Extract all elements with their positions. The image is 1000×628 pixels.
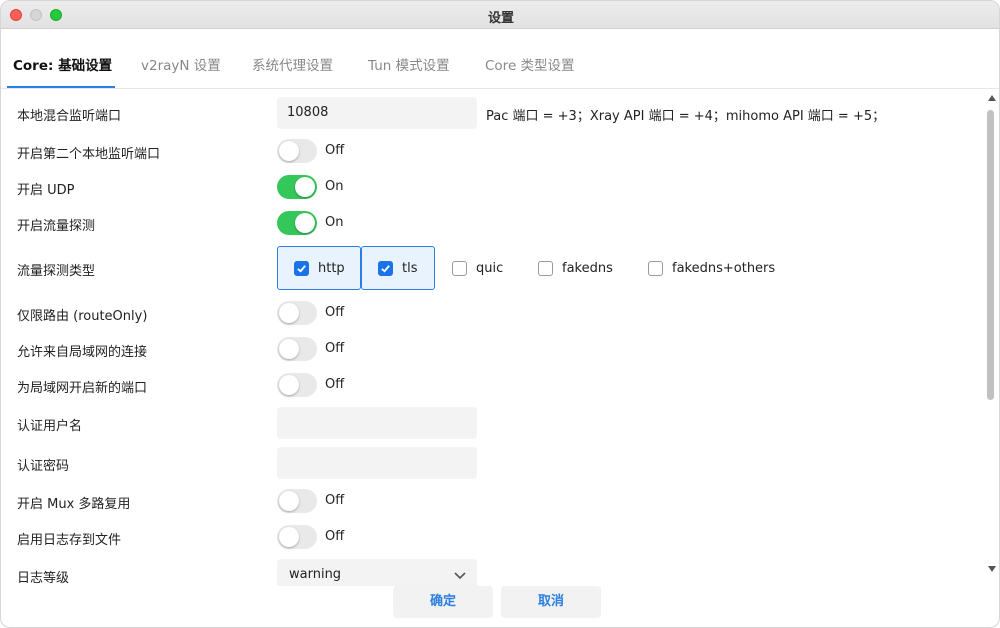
dialog-footer: 确定 取消 — [1, 586, 999, 627]
toggle-knob — [279, 339, 299, 359]
sniff-type-label: quic — [476, 260, 504, 276]
route-only-toggle[interactable] — [277, 301, 317, 325]
sniff-type-fakedns[interactable]: fakedns — [522, 246, 632, 290]
log-file-label: 启用日志存到文件 — [17, 533, 122, 548]
auth-user-label: 认证用户名 — [17, 419, 83, 434]
second-port-label: 开启第二个本地监听端口 — [17, 147, 161, 162]
mux-toggle[interactable] — [277, 489, 317, 513]
tab-tun-mode[interactable]: Tun 模式设置 — [368, 54, 450, 74]
port-hint-text: Pac 端口 = +3；Xray API 端口 = +4；mihomo API … — [486, 109, 886, 124]
cancel-button[interactable]: 取消 — [501, 586, 601, 618]
tab-v2rayn[interactable]: v2rayN 设置 — [141, 54, 221, 74]
sniffing-label: 开启流量探测 — [17, 219, 96, 234]
ok-button[interactable]: 确定 — [393, 586, 493, 618]
checkbox-checked-icon — [294, 260, 309, 276]
scroll-up-arrow-icon[interactable] — [988, 95, 996, 101]
checkbox-icon — [538, 260, 553, 276]
sniff-type-tls[interactable]: tls — [361, 246, 435, 290]
allow-lan-toggle[interactable] — [277, 337, 317, 361]
auth-pass-label: 认证密码 — [17, 459, 70, 474]
scrollbar-thumb[interactable] — [987, 110, 994, 400]
toggle-knob — [279, 141, 299, 161]
checkbox-icon — [452, 260, 467, 276]
tab-system-proxy[interactable]: 系统代理设置 — [252, 54, 333, 74]
mux-state: Off — [325, 493, 345, 508]
tab-bar: Core: 基础设置 v2rayN 设置 系统代理设置 Tun 模式设置 Cor… — [1, 29, 999, 89]
local-port-input[interactable]: 10808 — [277, 97, 477, 129]
toggle-knob — [279, 375, 299, 395]
sniff-type-label: fakedns — [562, 260, 613, 276]
toggle-knob — [279, 303, 299, 323]
lan-new-port-label: 为局域网开启新的端口 — [17, 381, 148, 396]
auth-user-input[interactable] — [277, 407, 477, 439]
route-only-state: Off — [325, 305, 345, 320]
log-file-state: Off — [325, 529, 345, 544]
allow-lan-label: 允许来自局域网的连接 — [17, 345, 148, 360]
sniff-type-label: fakedns+others — [672, 260, 776, 276]
toggle-knob — [295, 213, 315, 233]
sniff-type-http[interactable]: http — [277, 246, 361, 290]
sniff-types-label: 流量探测类型 — [17, 264, 96, 279]
second-port-state: Off — [325, 143, 345, 158]
udp-state: On — [325, 179, 344, 194]
tab-core-type[interactable]: Core 类型设置 — [485, 54, 575, 74]
vertical-scrollbar[interactable] — [983, 90, 999, 586]
second-port-toggle[interactable] — [277, 139, 317, 163]
route-only-label: 仅限路由 (routeOnly) — [17, 309, 148, 324]
log-level-select[interactable]: warning — [277, 559, 477, 586]
auth-pass-input[interactable] — [277, 447, 477, 479]
active-tab-indicator — [7, 86, 115, 88]
sniff-type-label: tls — [402, 260, 418, 276]
udp-toggle[interactable] — [277, 175, 317, 199]
sniffing-state: On — [325, 215, 344, 230]
toggle-knob — [279, 527, 299, 547]
sniff-type-fakedns-others[interactable]: fakedns+others — [632, 246, 792, 290]
window-title: 设置 — [487, 11, 514, 26]
sniff-type-label: http — [318, 260, 345, 276]
allow-lan-state: Off — [325, 341, 345, 356]
toggle-knob — [279, 491, 299, 511]
checkbox-icon — [648, 260, 663, 276]
chevron-down-icon — [454, 572, 466, 580]
log-level-label: 日志等级 — [17, 571, 70, 586]
log-level-value: warning — [289, 567, 342, 582]
sniff-type-quic[interactable]: quic — [436, 246, 518, 290]
local-port-label: 本地混合监听端口 — [17, 109, 122, 124]
settings-window: 设置 Core: 基础设置 v2rayN 设置 系统代理设置 Tun 模式设置 … — [0, 0, 1000, 628]
scroll-down-arrow-icon[interactable] — [988, 566, 996, 572]
title-bar: 设置 — [1, 1, 999, 29]
sniffing-toggle[interactable] — [277, 211, 317, 235]
lan-new-port-toggle[interactable] — [277, 373, 317, 397]
settings-form: 本地混合监听端口 10808 Pac 端口 = +3；Xray API 端口 =… — [1, 90, 983, 586]
udp-label: 开启 UDP — [17, 183, 75, 198]
checkbox-checked-icon — [378, 260, 393, 276]
mux-label: 开启 Mux 多路复用 — [17, 497, 131, 512]
toggle-knob — [295, 177, 315, 197]
log-file-toggle[interactable] — [277, 525, 317, 549]
lan-new-port-state: Off — [325, 377, 345, 392]
tab-core-basic[interactable]: Core: 基础设置 — [13, 54, 112, 74]
